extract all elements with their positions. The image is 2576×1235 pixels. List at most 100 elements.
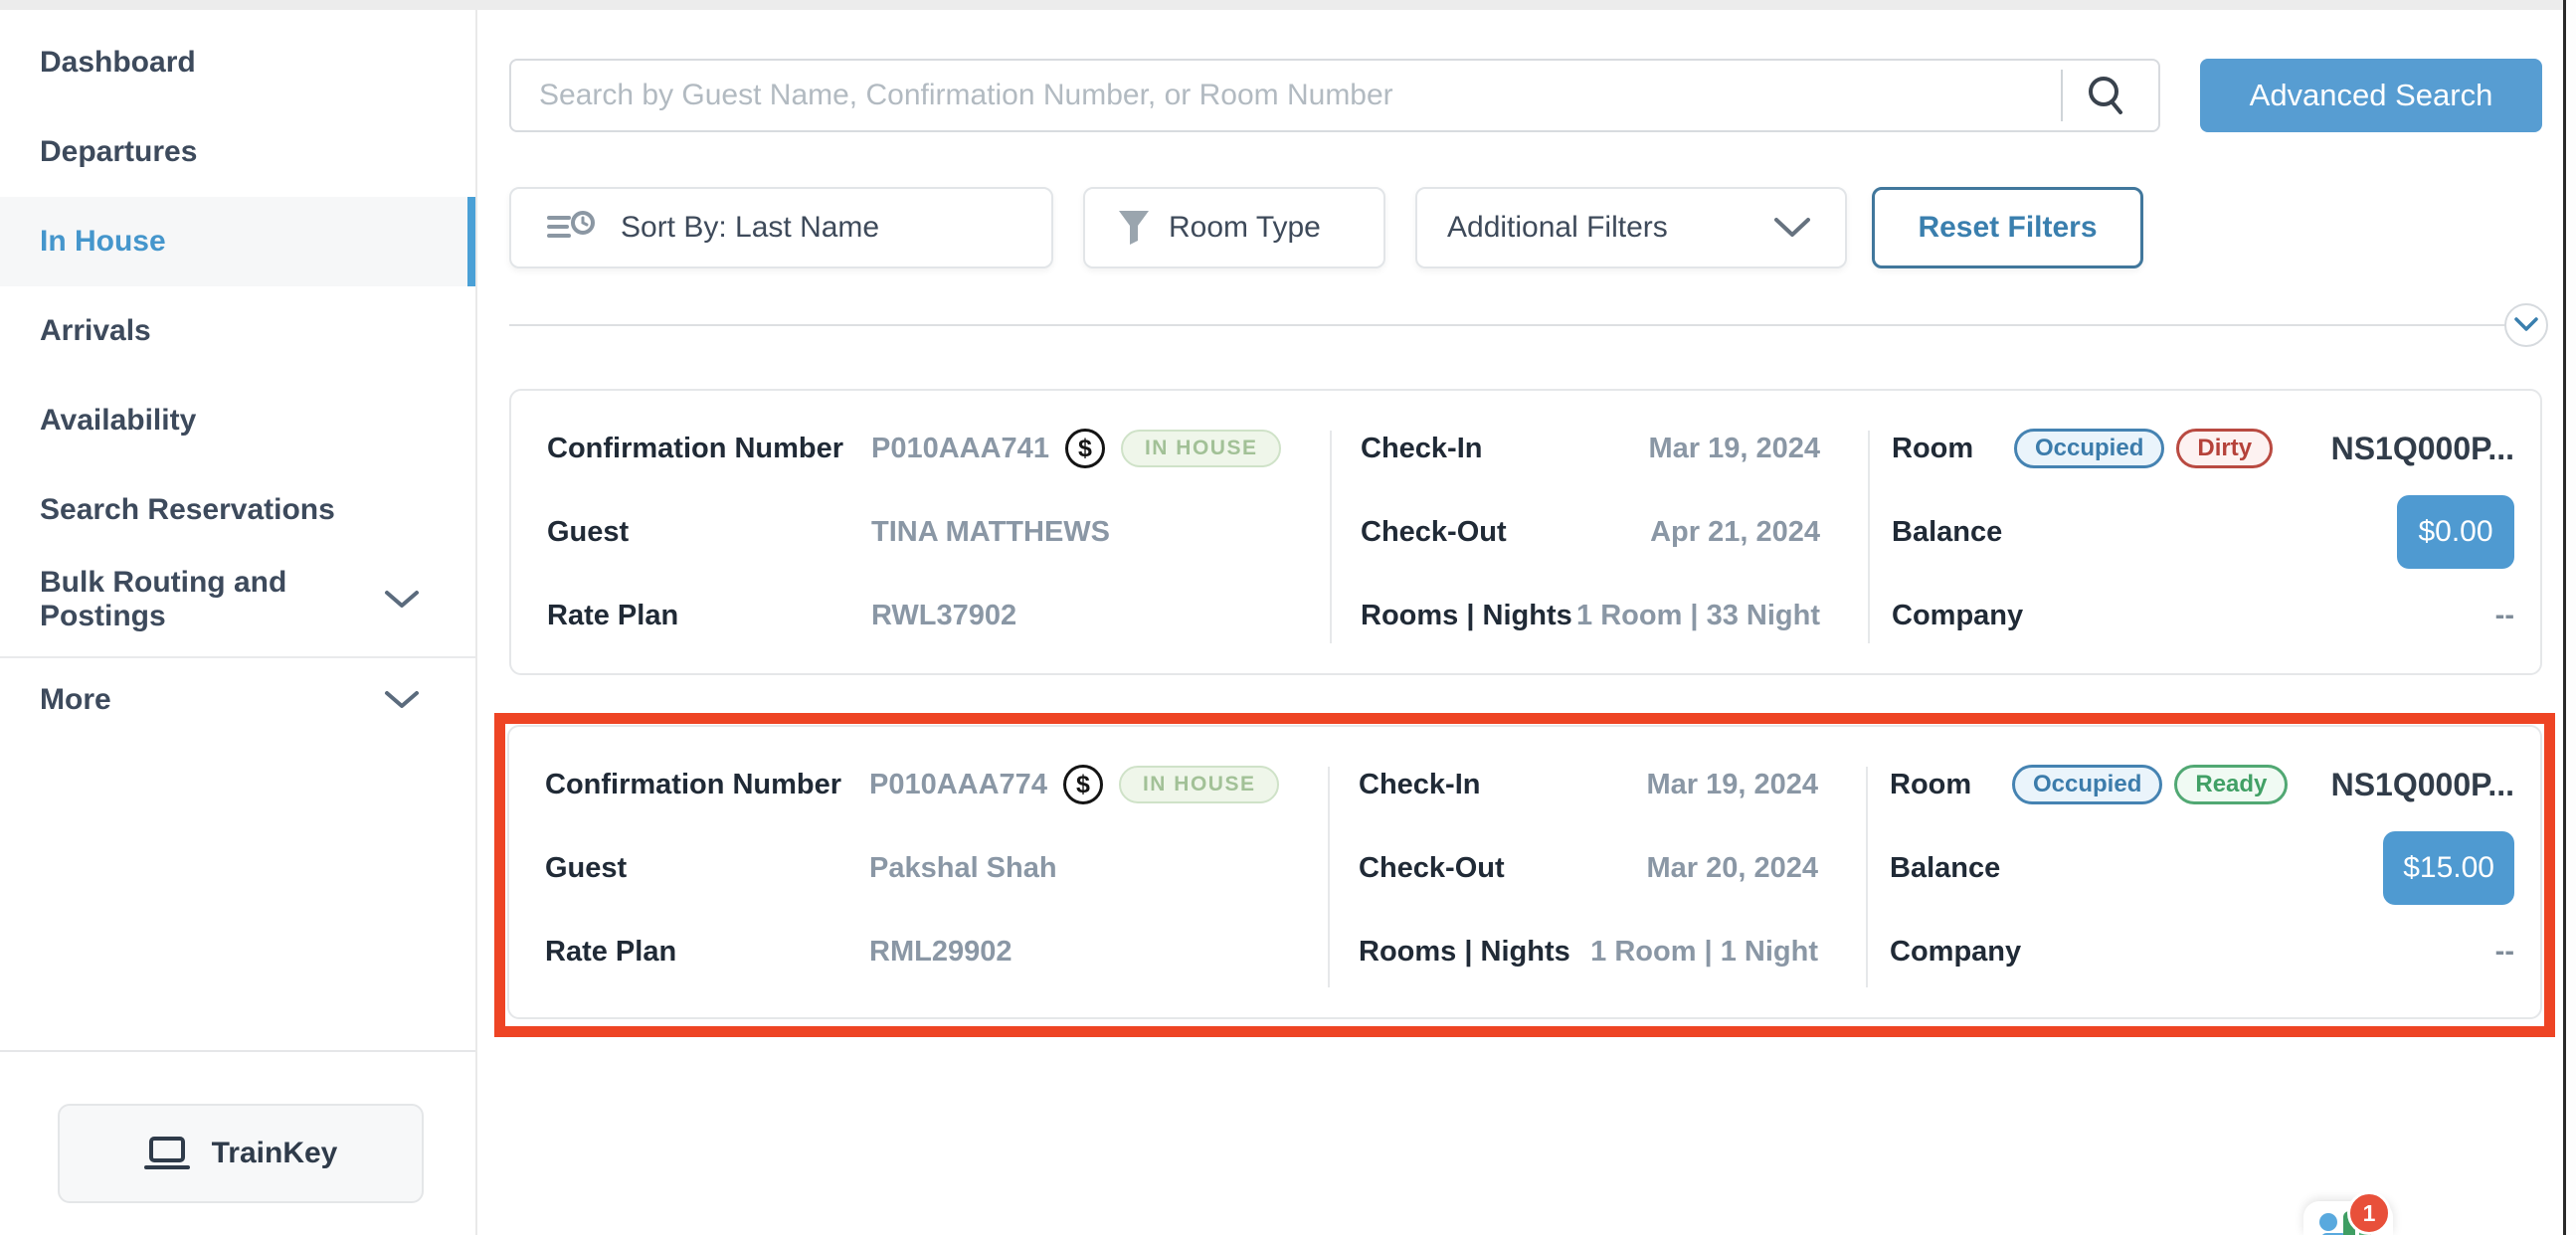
sidebar-item-in-house[interactable]: In House: [0, 197, 475, 286]
balance-button[interactable]: $15.00: [2383, 831, 2514, 905]
dollar-circle-icon[interactable]: $: [1063, 765, 1103, 804]
advanced-search-button[interactable]: Advanced Search: [2200, 59, 2542, 132]
reservation-card-highlighted[interactable]: Confirmation Number P010AAA774 $ IN HOUS…: [507, 725, 2542, 1019]
confirmation-number-group: P010AAA741 $ IN HOUSE: [871, 429, 1281, 468]
check-in-value: Mar 19, 2024: [1646, 769, 1818, 801]
balance-row: Balance $15.00: [1890, 826, 2514, 910]
sidebar-item-search-reservations[interactable]: Search Reservations: [0, 465, 475, 555]
sort-by-label: Sort By: Last Name: [621, 211, 879, 245]
sidebar-bottom-divider: [0, 1050, 475, 1052]
check-in-row: Check-In Mar 19, 2024: [1359, 743, 1818, 826]
check-out-value: Apr 21, 2024: [1650, 516, 1820, 549]
confirmation-number-row: Confirmation Number P010AAA774 $ IN HOUS…: [545, 743, 1328, 826]
sidebar-item-bulk-routing[interactable]: Bulk Routing and Postings: [0, 555, 475, 644]
room-number-value: NS1Q000P...: [2331, 431, 2514, 467]
column-divider: [1328, 767, 1330, 987]
collapse-results-button[interactable]: [2504, 303, 2548, 347]
room-label: Room: [1892, 433, 2014, 465]
rooms-nights-value: 1 Room | 33 Night: [1576, 600, 1820, 632]
room-row: Room Occupied Dirty NS1Q000P...: [1892, 407, 2514, 490]
guest-row: Guest Pakshal Shah: [545, 826, 1328, 910]
reservation-identity-column: Confirmation Number P010AAA774 $ IN HOUS…: [509, 727, 1328, 1017]
sidebar-item-label: More: [40, 683, 111, 717]
reservation-card[interactable]: Confirmation Number P010AAA741 $ IN HOUS…: [509, 389, 2542, 675]
window-edge-strip: [2563, 0, 2576, 1235]
funnel-icon: [1117, 209, 1151, 247]
trainkey-button[interactable]: TrainKey: [58, 1104, 424, 1203]
check-in-label: Check-In: [1361, 433, 1482, 465]
sidebar-item-availability[interactable]: Availability: [0, 376, 475, 465]
dollar-circle-icon[interactable]: $: [1065, 429, 1105, 468]
search-separator: [2061, 70, 2063, 121]
sidebar-item-more[interactable]: More: [0, 662, 475, 738]
confirmation-number-group: P010AAA774 $ IN HOUSE: [869, 765, 1279, 804]
room-status-pills: Occupied Ready: [2012, 765, 2288, 804]
company-value: --: [2495, 600, 2514, 632]
sidebar-item-label: Bulk Routing and Postings: [40, 566, 384, 633]
in-house-status-badge: IN HOUSE: [1119, 766, 1280, 803]
search-bar: [509, 59, 2160, 132]
sidebar-nav: Dashboard Departures In House Arrivals A…: [0, 10, 475, 738]
confirmation-number-value: P010AAA774: [869, 769, 1047, 801]
balance-row: Balance $0.00: [1892, 490, 2514, 574]
sidebar-item-dashboard[interactable]: Dashboard: [0, 18, 475, 107]
guest-value: Pakshal Shah: [869, 852, 1057, 885]
column-divider: [1866, 767, 1868, 987]
sidebar-item-label: Arrivals: [40, 314, 151, 348]
room-housekeeping-pill: Ready: [2174, 765, 2288, 804]
column-divider: [1330, 431, 1332, 643]
reservation-dates-column: Check-In Mar 19, 2024 Check-Out Apr 21, …: [1330, 391, 1868, 673]
check-in-row: Check-In Mar 19, 2024: [1361, 407, 1820, 490]
check-out-label: Check-Out: [1361, 516, 1507, 549]
rate-plan-row: Rate Plan RWL37902: [547, 574, 1330, 657]
column-divider: [1868, 431, 1870, 643]
in-house-page: Dashboard Departures In House Arrivals A…: [0, 0, 2576, 1235]
rate-plan-label: Rate Plan: [547, 600, 871, 632]
reservation-dates-column: Check-In Mar 19, 2024 Check-Out Mar 20, …: [1328, 727, 1866, 1017]
balance-button[interactable]: $0.00: [2397, 495, 2514, 569]
reservation-room-column: Room Occupied Ready NS1Q000P... Balance …: [1866, 727, 2540, 1017]
room-type-label: Room Type: [1169, 211, 1321, 245]
reset-filters-label: Reset Filters: [1918, 211, 2097, 245]
rooms-nights-value: 1 Room | 1 Night: [1590, 936, 1818, 969]
confirmation-number-value: P010AAA741: [871, 433, 1049, 465]
rooms-nights-row: Rooms | Nights 1 Room | 1 Night: [1359, 910, 1818, 993]
rooms-nights-row: Rooms | Nights 1 Room | 33 Night: [1361, 574, 1820, 657]
check-in-value: Mar 19, 2024: [1648, 433, 1820, 465]
guest-row: Guest TINA MATTHEWS: [547, 490, 1330, 574]
sidebar-item-departures[interactable]: Departures: [0, 107, 475, 197]
sidebar-item-label: Availability: [40, 404, 196, 438]
laptop-icon: [144, 1135, 190, 1172]
reservation-room-column: Room Occupied Dirty NS1Q000P... Balance …: [1868, 391, 2540, 673]
trainkey-label: TrainKey: [212, 1137, 338, 1170]
sidebar-item-label: In House: [40, 225, 166, 259]
rate-plan-row: Rate Plan RML29902: [545, 910, 1328, 993]
room-row: Room Occupied Ready NS1Q000P...: [1890, 743, 2514, 826]
sidebar-item-label: Search Reservations: [40, 493, 335, 527]
additional-filters-button[interactable]: Additional Filters: [1415, 187, 1847, 268]
search-input[interactable]: [509, 59, 2160, 132]
rate-plan-label: Rate Plan: [545, 936, 869, 969]
confirmation-number-label: Confirmation Number: [547, 433, 871, 465]
room-number-value: NS1Q000P...: [2331, 767, 2514, 803]
check-out-label: Check-Out: [1359, 852, 1505, 885]
balance-label: Balance: [1892, 516, 2002, 549]
guest-label: Guest: [545, 852, 869, 885]
company-value: --: [2495, 936, 2514, 969]
balance-label: Balance: [1890, 852, 2000, 885]
room-occupied-pill: Occupied: [2012, 765, 2162, 804]
company-row: Company --: [1890, 910, 2514, 993]
guest-label: Guest: [547, 516, 871, 549]
sort-by-button[interactable]: Sort By: Last Name: [509, 187, 1053, 268]
company-label: Company: [1890, 936, 2021, 969]
chevron-down-circle-icon: [2514, 317, 2538, 333]
chat-notification-badge: 1: [2347, 1191, 2391, 1235]
sidebar-divider: [0, 656, 475, 658]
rooms-nights-label: Rooms | Nights: [1359, 936, 1570, 969]
reservation-identity-column: Confirmation Number P010AAA741 $ IN HOUS…: [511, 391, 1330, 673]
reset-filters-button[interactable]: Reset Filters: [1872, 187, 2143, 268]
search-icon[interactable]: [2083, 72, 2130, 119]
sidebar-item-arrivals[interactable]: Arrivals: [0, 286, 475, 376]
room-type-filter-button[interactable]: Room Type: [1083, 187, 1385, 268]
rate-plan-value: RWL37902: [871, 600, 1016, 632]
